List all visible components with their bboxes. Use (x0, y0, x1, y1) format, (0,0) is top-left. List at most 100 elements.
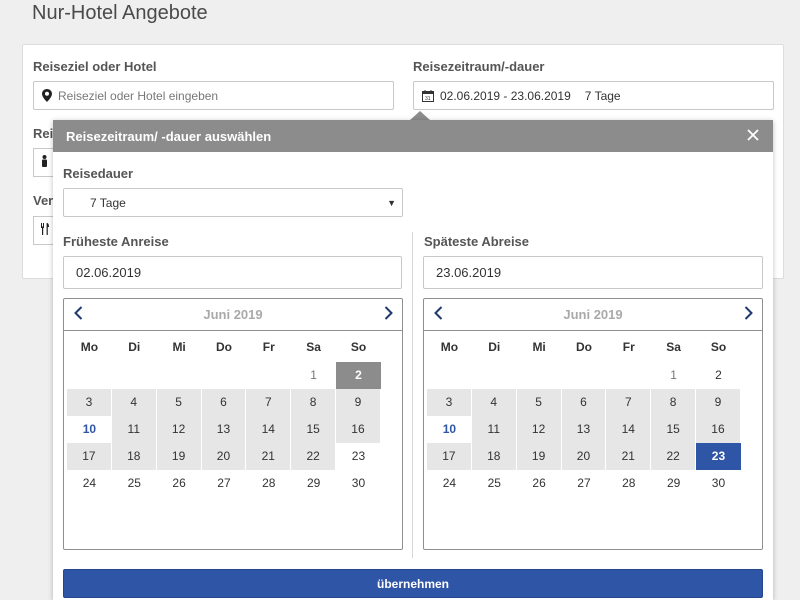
calendar-day[interactable]: 9 (696, 389, 741, 416)
calendar-day[interactable]: 25 (472, 470, 517, 497)
calendar-grid: Mo Di Mi Do Fr Sa So 1 2 3 4 5 6 7 8 9 10 11 12 13 14 15 16 17 1… (67, 336, 381, 497)
calendar-day[interactable]: 2 (696, 362, 741, 389)
calendar-day[interactable]: 10 (427, 416, 472, 443)
calendar-day[interactable]: 18 (111, 443, 157, 470)
calendar-day[interactable]: 16 (336, 416, 381, 443)
calendar-day[interactable]: 11 (111, 416, 157, 443)
calendar-day[interactable]: 1 (651, 362, 696, 389)
calendar-day[interactable]: 4 (111, 389, 157, 416)
calendar-day[interactable]: 25 (112, 470, 157, 497)
weekday-label: Do (215, 340, 232, 354)
calendar-day[interactable]: 18 (471, 443, 517, 470)
destination-input[interactable]: Reiseziel oder Hotel eingeben (33, 81, 394, 110)
calendar-day[interactable]: 6 (561, 389, 607, 416)
latest-departure-input[interactable]: 23.06.2019 (423, 256, 763, 289)
calendar-month-title: Juni 2019 (563, 307, 623, 322)
next-month-button[interactable] (378, 305, 398, 325)
calendar-day[interactable]: 19 (156, 443, 202, 470)
calendar-arrival: Juni 2019 Mo Di Mi Do Fr Sa So 1 2 3 4 5 6 7 8 9 10 11 12 1… (63, 298, 403, 550)
calendar-day[interactable]: 9 (336, 389, 381, 416)
calendar-day[interactable]: 5 (516, 389, 562, 416)
period-label: Reisezeitraum/-dauer (413, 59, 545, 74)
calendar-day[interactable]: 20 (201, 443, 247, 470)
calendar-icon: 31 (422, 89, 434, 102)
calendar-day[interactable]: 7 (606, 389, 652, 416)
apply-button[interactable]: übernehmen (63, 569, 763, 598)
calendar-day[interactable]: 5 (156, 389, 202, 416)
calendar-day[interactable]: 21 (246, 443, 292, 470)
calendar-week-row: 12 (67, 362, 381, 389)
calendar-day[interactable]: 4 (471, 389, 517, 416)
calendar-day[interactable]: 22 (291, 443, 337, 470)
close-button[interactable] (743, 126, 763, 146)
chevron-right-icon (744, 305, 753, 325)
calendar-day[interactable]: 29 (291, 470, 336, 497)
calendar-day[interactable]: 27 (562, 470, 607, 497)
next-month-button[interactable] (738, 305, 758, 325)
calendar-day[interactable]: 30 (336, 470, 381, 497)
empty-day-cell (472, 362, 517, 389)
calendar-day[interactable]: 12 (516, 416, 562, 443)
catering-input[interactable] (33, 216, 55, 245)
latest-departure-value: 23.06.2019 (436, 265, 502, 280)
calendar-week-row: 17 18 19 20 21 22 23 (67, 443, 381, 470)
calendar-day[interactable]: 26 (517, 470, 562, 497)
page-title: Nur-Hotel Angebote (32, 2, 208, 24)
prev-month-button[interactable] (428, 305, 448, 325)
calendar-week-row: 24 25 26 27 28 29 30 (67, 470, 381, 497)
calendar-day[interactable]: 13 (561, 416, 607, 443)
weekday-label: Sa (666, 340, 681, 354)
calendar-day[interactable]: 3 (67, 389, 112, 416)
popover-arrow (410, 111, 430, 120)
calendar-day[interactable]: 16 (696, 416, 741, 443)
earliest-arrival-input[interactable]: 02.06.2019 (63, 256, 402, 289)
calendar-day[interactable]: 14 (606, 416, 652, 443)
calendar-day[interactable]: 21 (606, 443, 652, 470)
duration-value: 7 Tage (90, 195, 126, 210)
weekday-label: Fr (622, 340, 635, 354)
calendar-day[interactable]: 28 (606, 470, 651, 497)
calendar-day[interactable]: 1 (291, 362, 336, 389)
calendar-day[interactable]: 14 (246, 416, 292, 443)
calendar-day[interactable]: 11 (471, 416, 517, 443)
calendar-day[interactable]: 28 (246, 470, 291, 497)
calendar-day[interactable]: 12 (156, 416, 202, 443)
calendar-day[interactable]: 29 (651, 470, 696, 497)
calendar-day[interactable]: 6 (201, 389, 247, 416)
period-duration: 7 Tage (584, 88, 621, 103)
travelers-input[interactable] (33, 148, 55, 177)
earliest-arrival-value: 02.06.2019 (76, 265, 142, 280)
weekday-header-row: Mo Di Mi Do Fr Sa So (427, 336, 741, 358)
calendar-day[interactable]: 17 (427, 443, 472, 470)
calendar-day[interactable]: 24 (67, 470, 112, 497)
calendar-day[interactable]: 23 (336, 443, 381, 470)
calendar-day[interactable]: 22 (651, 443, 697, 470)
prev-month-button[interactable] (68, 305, 88, 325)
calendar-departure: Juni 2019 Mo Di Mi Do Fr Sa So 1 2 3 4 5 6 7 8 9 10 11 12 1… (423, 298, 763, 550)
calendar-day[interactable]: 8 (651, 389, 697, 416)
period-input[interactable]: 31 02.06.2019 - 23.06.2019 7 Tage (413, 81, 774, 110)
calendar-week-row: 17 18 19 20 21 22 23 (427, 443, 741, 470)
calendar-day[interactable]: 30 (696, 470, 741, 497)
calendar-day[interactable]: 20 (561, 443, 607, 470)
duration-select[interactable]: 7 Tage ▼ (63, 188, 403, 217)
calendar-day[interactable]: 15 (651, 416, 697, 443)
calendar-day[interactable]: 3 (427, 389, 472, 416)
calendar-day[interactable]: 2 (336, 362, 381, 389)
calendar-day[interactable]: 23 (696, 443, 741, 470)
weekday-label: Mi (532, 340, 546, 354)
calendar-day[interactable]: 8 (291, 389, 337, 416)
calendar-day[interactable]: 15 (291, 416, 337, 443)
calendar-day[interactable]: 24 (427, 470, 472, 497)
calendar-day[interactable]: 19 (516, 443, 562, 470)
calendar-day[interactable]: 10 (67, 416, 112, 443)
empty-day-cell (157, 362, 202, 389)
calendar-day[interactable]: 7 (246, 389, 292, 416)
dialog-title: Reisezeitraum/ -dauer auswählen (66, 128, 272, 144)
weekday-label: Mo (440, 340, 459, 354)
calendar-day[interactable]: 27 (202, 470, 247, 497)
calendar-day[interactable]: 17 (67, 443, 112, 470)
calendar-day[interactable]: 26 (157, 470, 202, 497)
calendar-day[interactable]: 13 (201, 416, 247, 443)
empty-day-cell (67, 362, 112, 389)
